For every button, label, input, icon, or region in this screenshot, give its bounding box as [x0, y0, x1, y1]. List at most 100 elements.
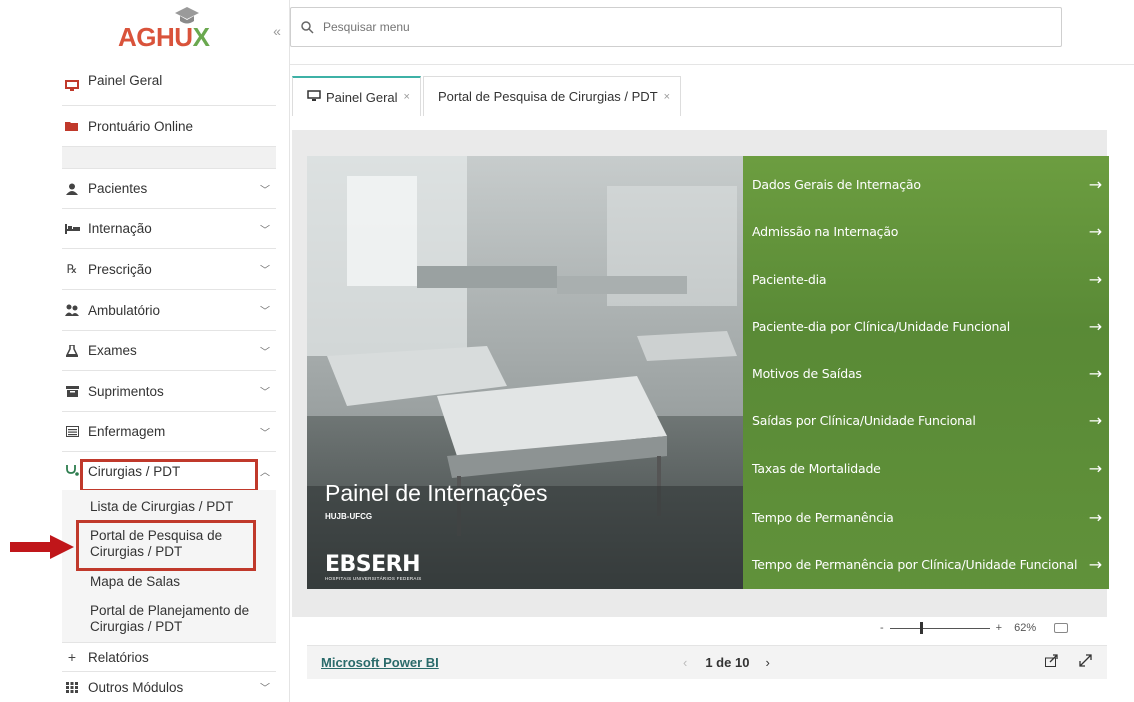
ebserh-logo: EBSERH — [325, 552, 421, 577]
arrow-right-icon: → — [1088, 270, 1102, 289]
report-link-label: Dados Gerais de Internação — [752, 177, 921, 192]
powerbi-link[interactable]: Microsoft Power BI — [321, 655, 439, 670]
zoom-slider-handle[interactable] — [919, 621, 923, 634]
highlight-box-cirurgias — [80, 459, 258, 492]
report-link-motivos-saidas[interactable]: Motivos de Saídas → — [752, 364, 1102, 383]
sidebar-item-outros-modulos[interactable]: Outros Módulos ﹀ — [62, 672, 276, 702]
report-link-tempo-permanencia-clinica[interactable]: Tempo de Permanência por Clínica/Unidade… — [752, 555, 1102, 574]
collapse-sidebar-icon[interactable]: « — [268, 22, 286, 40]
report-link-dados-gerais[interactable]: Dados Gerais de Internação → — [752, 175, 1102, 194]
hospital-room-image — [307, 156, 743, 589]
plus-icon: + — [67, 649, 77, 665]
arrow-right-icon: → — [1088, 411, 1102, 430]
report-link-label: Motivos de Saídas — [752, 366, 862, 381]
report-link-label: Tempo de Permanência por Clínica/Unidade… — [752, 557, 1078, 572]
arrow-right-icon: → — [1088, 459, 1102, 478]
share-icon[interactable] — [1045, 654, 1059, 670]
grid-icon — [62, 681, 82, 693]
submenu-item-portal-planejamento-line2[interactable]: Cirurgias / PDT — [90, 619, 182, 635]
next-page-icon[interactable]: › — [765, 655, 769, 670]
report-link-admissao[interactable]: Admissão na Internação → — [752, 222, 1102, 241]
chevron-down-icon: ﹀ — [260, 225, 270, 236]
submenu-item-mapa-salas[interactable]: Mapa de Salas — [90, 574, 180, 590]
report-link-label: Saídas por Clínica/Unidade Funcional — [752, 413, 976, 428]
sidebar: AGHUX « Painel Geral Prontuário Online P… — [0, 0, 290, 702]
report-link-taxas-mortalidade[interactable]: Taxas de Mortalidade → — [752, 459, 1102, 478]
archive-icon — [62, 385, 82, 397]
chevron-up-icon: ︿ — [260, 467, 270, 479]
sidebar-item-ambulatorio[interactable]: Ambulatório ﹀ — [62, 290, 276, 331]
zoom-out-button[interactable]: - — [880, 622, 884, 634]
report-link-label: Admissão na Internação — [752, 224, 899, 239]
previous-page-icon[interactable]: ‹ — [683, 655, 687, 670]
stethoscope-icon — [62, 465, 82, 477]
search-input[interactable] — [323, 20, 1023, 34]
sidebar-item-label: Relatórios — [88, 649, 149, 665]
arrow-right-icon: → — [1088, 508, 1102, 527]
sidebar-item-painel-geral[interactable]: Painel Geral — [62, 66, 276, 106]
close-icon[interactable]: × — [664, 91, 670, 103]
arrow-right-icon: → — [1088, 364, 1102, 383]
zoom-slider[interactable] — [889, 621, 990, 634]
sidebar-item-internacao[interactable]: Internação ﹀ — [62, 209, 276, 249]
report-link-label: Taxas de Mortalidade — [752, 461, 881, 476]
monitor-icon — [62, 79, 82, 92]
powerbi-footer: Microsoft Power BI ‹ 1 de 10 › — [307, 645, 1107, 679]
sidebar-item-label: Prontuário Online — [88, 118, 194, 134]
chevron-down-icon: ﹀ — [260, 347, 270, 358]
zoom-control: - + 62% — [880, 619, 1069, 637]
sidebar-item-relatorios[interactable]: + Relatórios — [62, 642, 276, 672]
zoom-percent: 62% — [1014, 622, 1037, 634]
sidebar-item-label: Pacientes — [88, 181, 148, 196]
close-icon[interactable]: × — [404, 91, 410, 103]
bed-icon — [62, 223, 82, 234]
page-navigator: ‹ 1 de 10 › — [683, 655, 770, 670]
fullscreen-icon[interactable] — [1079, 654, 1092, 670]
search-bar[interactable] — [290, 7, 1062, 47]
tab-bar: Painel Geral × Portal de Pesquisa de Cir… — [292, 76, 683, 116]
graduation-cap-icon — [175, 7, 199, 24]
sidebar-item-prescricao[interactable]: ℞ Prescrição ﹀ — [62, 249, 276, 290]
zoom-in-button[interactable]: + — [996, 622, 1002, 634]
arrow-right-icon: → — [1088, 222, 1102, 241]
fit-to-page-icon[interactable] — [1054, 623, 1069, 633]
arrow-right-icon: → — [1088, 317, 1102, 336]
sidebar-item-label: Prescrição — [88, 261, 152, 277]
ebserh-logo-subtitle: HOSPITAIS UNIVERSITÁRIOS FEDERAIS — [325, 576, 422, 581]
page-indicator: 1 de 10 — [705, 655, 750, 670]
arrow-right-icon — [10, 535, 74, 559]
report-link-paciente-dia[interactable]: Paciente-dia → — [752, 270, 1102, 289]
user-icon — [62, 183, 82, 195]
report-link-saidas-clinica[interactable]: Saídas por Clínica/Unidade Funcional → — [752, 411, 1102, 430]
sidebar-item-label: Ambulatório — [88, 302, 161, 318]
report-link-label: Paciente-dia — [752, 272, 827, 287]
users-icon — [62, 304, 82, 316]
sidebar-item-exames[interactable]: Exames ﹀ — [62, 331, 276, 371]
chevron-down-icon: ﹀ — [260, 265, 270, 277]
report-link-tempo-permanencia[interactable]: Tempo de Permanência → — [752, 508, 1102, 527]
report-subtitle: HUJB-UFCG — [325, 512, 373, 521]
arrow-right-icon: → — [1088, 175, 1102, 194]
sidebar-item-prontuario-online[interactable]: Prontuário Online — [62, 106, 276, 147]
sidebar-item-label: Internação — [88, 221, 152, 236]
report-link-paciente-dia-clinica[interactable]: Paciente-dia por Clínica/Unidade Funcion… — [752, 317, 1102, 336]
sidebar-item-label: Outros Módulos — [88, 679, 184, 695]
flask-icon — [62, 344, 82, 357]
tab-painel-geral[interactable]: Painel Geral × — [292, 76, 421, 116]
submenu-item-lista-cirurgias[interactable]: Lista de Cirurgias / PDT — [90, 499, 233, 515]
sidebar-item-suprimentos[interactable]: Suprimentos ﹀ — [62, 371, 276, 412]
chevron-down-icon: ﹀ — [260, 387, 270, 399]
sidebar-item-enfermagem[interactable]: Enfermagem ﹀ — [62, 412, 276, 452]
sidebar-item-pacientes[interactable]: Pacientes ﹀ — [62, 169, 276, 209]
chevron-down-icon: ﹀ — [260, 428, 270, 439]
tab-portal-pesquisa[interactable]: Portal de Pesquisa de Cirurgias / PDT × — [422, 76, 682, 116]
tab-label: Painel Geral — [326, 89, 398, 105]
report-navigation-panel: Dados Gerais de Internação → Admissão na … — [743, 156, 1109, 589]
tab-label: Portal de Pesquisa de Cirurgias / PDT — [437, 89, 658, 104]
aghux-logo[interactable]: AGHUX — [118, 6, 218, 56]
rx-icon: ℞ — [66, 262, 78, 276]
sidebar-item-label: Enfermagem — [88, 424, 166, 439]
submenu-item-portal-planejamento-line1[interactable]: Portal de Planejamento de — [90, 603, 249, 619]
chevron-down-icon: ﹀ — [260, 306, 270, 318]
list-icon — [62, 426, 82, 437]
